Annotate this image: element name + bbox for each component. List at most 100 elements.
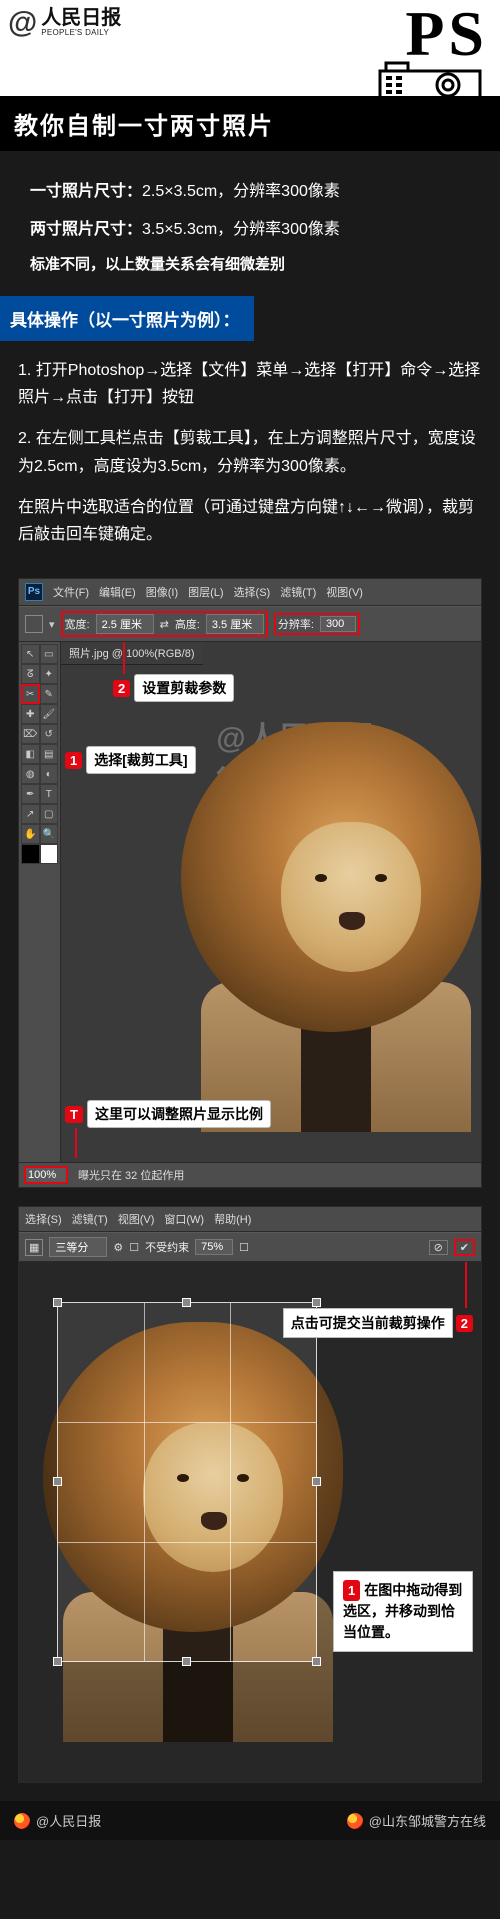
menu-select[interactable]: 选择(S) bbox=[234, 584, 271, 600]
section-header: 具体操作（以一寸照片为例）： bbox=[0, 296, 254, 341]
crop-selection[interactable] bbox=[57, 1302, 317, 1662]
menu-layer[interactable]: 图层(L) bbox=[188, 584, 223, 600]
menu-filter[interactable]: 滤镜(T) bbox=[280, 584, 316, 600]
fg-color-swatch[interactable] bbox=[21, 844, 40, 864]
opacity-field[interactable]: 75% bbox=[195, 1239, 233, 1255]
badge-drag: 1 bbox=[343, 1580, 360, 1602]
ps-mark: PS bbox=[378, 8, 488, 96]
spec-one-value: 2.5×3.5cm，分辨率300像素 bbox=[142, 183, 340, 200]
overlay-select[interactable]: 三等分 bbox=[49, 1237, 107, 1257]
opt-width-label: 宽度: bbox=[65, 616, 90, 632]
ps-canvas-2[interactable]: 点击可提交当前裁剪操作 2 1在图中拖动得到选区，并移动到恰当位置。 bbox=[19, 1262, 481, 1782]
bg-color-swatch[interactable] bbox=[40, 844, 59, 864]
page-title: 教你自制一寸两寸照片 bbox=[0, 96, 500, 151]
crop-overlay-icon[interactable]: ▦ bbox=[25, 1239, 43, 1256]
opt-height-label: 高度: bbox=[175, 616, 200, 632]
ps-screenshot-2: 选择(S) 滤镜(T) 视图(V) 窗口(W) 帮助(H) ▦ 三等分 ⚙ ☐ … bbox=[18, 1206, 482, 1783]
crop-preset-icon[interactable] bbox=[25, 615, 43, 633]
brand-en: PEOPLE'S DAILY bbox=[41, 28, 121, 38]
pen-tool-icon[interactable]: ✒ bbox=[21, 784, 40, 804]
zoom-tool-icon[interactable]: 🔍 bbox=[40, 824, 59, 844]
shape-tool-icon[interactable]: ▢ bbox=[40, 804, 59, 824]
crop-tool-icon[interactable]: ✂ bbox=[21, 684, 40, 704]
ps-status-bar: 100% 曝光只在 32 位起作用 bbox=[19, 1162, 481, 1187]
menu-image[interactable]: 图像(I) bbox=[146, 584, 178, 600]
menu-view-2[interactable]: 视图(V) bbox=[118, 1211, 155, 1227]
spec-block: 一寸照片尺寸：2.5×3.5cm，分辨率300像素 两寸照片尺寸：3.5×5.3… bbox=[0, 151, 500, 292]
gradient-tool-icon[interactable]: ▤ bbox=[40, 744, 59, 764]
footer-right-text: @山东邹城警方在线 bbox=[369, 1811, 486, 1830]
annotation-commit: 点击可提交当前裁剪操作 2 bbox=[283, 1308, 473, 1338]
move-tool-icon[interactable]: ↖ bbox=[21, 644, 40, 664]
swap-icon[interactable]: ⇄ bbox=[160, 618, 169, 631]
step-3: 在照片中选取适合的位置（可通过键盘方向键↑↓←→微调），裁剪后敲击回车键确定。 bbox=[18, 494, 482, 548]
at-icon: @ bbox=[8, 8, 37, 38]
opt-height-input[interactable]: 3.5 厘米 bbox=[206, 614, 264, 634]
menu-select-2[interactable]: 选择(S) bbox=[25, 1211, 62, 1227]
spec-two-label: 两寸照片尺寸： bbox=[30, 221, 142, 238]
heal-tool-icon[interactable]: ✚ bbox=[21, 704, 40, 724]
spec-one-inch: 一寸照片尺寸：2.5×3.5cm，分辨率300像素 bbox=[30, 177, 470, 201]
menu-file[interactable]: 文件(F) bbox=[53, 584, 89, 600]
type-tool-icon[interactable]: T bbox=[40, 784, 59, 804]
annotation-drag: 1在图中拖动得到选区，并移动到恰当位置。 bbox=[333, 1571, 473, 1653]
annotation-2-line bbox=[123, 642, 125, 674]
cancel-crop-icon[interactable]: ⊘ bbox=[429, 1240, 448, 1255]
camera-icon bbox=[378, 61, 488, 96]
lasso-tool-icon[interactable]: ᘔ bbox=[21, 664, 40, 684]
menu-view[interactable]: 视图(V) bbox=[326, 584, 363, 600]
eyedropper-tool-icon[interactable]: ✎ bbox=[40, 684, 59, 704]
footer-right: @山东邹城警方在线 bbox=[347, 1811, 486, 1830]
menu-edit[interactable]: 编辑(E) bbox=[99, 584, 136, 600]
opt-res-label: 分辨率: bbox=[278, 616, 314, 632]
ps-option-bar: ▾ 宽度: 2.5 厘米 ⇄ 高度: 3.5 厘米 分辨率: 300 bbox=[19, 606, 481, 642]
history-brush-icon[interactable]: ↺ bbox=[40, 724, 59, 744]
path-tool-icon[interactable]: ↗ bbox=[21, 804, 40, 824]
menu-filter-2[interactable]: 滤镜(T) bbox=[72, 1211, 108, 1227]
dodge-tool-icon[interactable]: ◐ bbox=[40, 764, 59, 784]
brand-logo: @ 人民日报 PEOPLE'S DAILY bbox=[8, 8, 121, 38]
status-hint: 曝光只在 32 位起作用 bbox=[78, 1167, 184, 1183]
hand-tool-icon[interactable]: ✋ bbox=[21, 824, 40, 844]
badge-1: 1 bbox=[65, 752, 82, 769]
lion-illustration bbox=[171, 712, 481, 1132]
opt-res-input[interactable]: 300 bbox=[320, 616, 356, 632]
checkbox-icon[interactable]: ☐ bbox=[129, 1241, 139, 1254]
document-tab[interactable]: 照片.jpg @ 100%(RGB/8) bbox=[61, 642, 203, 665]
gear-icon[interactable]: ⚙ bbox=[113, 1241, 123, 1254]
annotation-2: 2 设置剪裁参数 bbox=[113, 674, 234, 702]
ps-canvas[interactable]: 照片.jpg @ 100%(RGB/8) @人民日报微博 2 设置剪裁参数 bbox=[61, 642, 481, 1162]
stamp-tool-icon[interactable]: ⌦ bbox=[21, 724, 40, 744]
weibo-icon bbox=[14, 1813, 30, 1829]
menu-window-2[interactable]: 窗口(W) bbox=[164, 1211, 204, 1227]
header: @ 人民日报 PEOPLE'S DAILY PS bbox=[0, 0, 500, 96]
spec-two-inch: 两寸照片尺寸：3.5×5.3cm，分辨率300像素 bbox=[30, 215, 470, 239]
step-1: 1. 打开Photoshop→选择【文件】菜单→选择【打开】命令→选择照片→点击… bbox=[18, 357, 482, 411]
spec-two-value: 3.5×5.3cm，分辨率300像素 bbox=[142, 221, 340, 238]
footer-left: @人民日报 bbox=[14, 1811, 101, 1830]
step-2: 2. 在左侧工具栏点击【剪裁工具】，在上方调整照片尺寸，宽度设为2.5cm，高度… bbox=[18, 425, 482, 479]
unconstrained-label: 不受约束 bbox=[145, 1239, 189, 1255]
ps-toolbox: ↖ ▭ ᘔ ✦ ✂ ✎ ✚ 🖌 ⌦ ↺ ◧ ▤ ◍ ◐ ✒ T ↗ ▢ ✋ 🔍 bbox=[19, 642, 61, 1162]
ps-screenshot-1: Ps 文件(F) 编辑(E) 图像(I) 图层(L) 选择(S) 滤镜(T) 视… bbox=[18, 578, 482, 1188]
blur-tool-icon[interactable]: ◍ bbox=[21, 764, 40, 784]
zoom-field[interactable]: 100% bbox=[24, 1166, 68, 1184]
eraser-tool-icon[interactable]: ◧ bbox=[21, 744, 40, 764]
annotation-t-line bbox=[75, 1128, 77, 1158]
ps-text: PS bbox=[378, 8, 488, 59]
menu-help-2[interactable]: 帮助(H) bbox=[214, 1211, 251, 1227]
opt-width-input[interactable]: 2.5 厘米 bbox=[96, 614, 154, 634]
checkbox2-icon[interactable]: ☐ bbox=[239, 1241, 249, 1254]
spec-note: 标准不同，以上数量关系会有细微差别 bbox=[30, 253, 470, 274]
ps-menubar: Ps 文件(F) 编辑(E) 图像(I) 图层(L) 选择(S) 滤镜(T) 视… bbox=[19, 579, 481, 606]
commit-crop-icon[interactable]: ✔ bbox=[454, 1239, 475, 1256]
footer: @人民日报 @山东邹城警方在线 bbox=[0, 1801, 500, 1840]
arrow-down-icon[interactable]: ▾ bbox=[49, 618, 55, 631]
weibo-icon bbox=[347, 1813, 363, 1829]
annotation-drag-text: 在图中拖动得到选区，并移动到恰当位置。 bbox=[343, 1582, 462, 1641]
brush-tool-icon[interactable]: 🖌 bbox=[40, 704, 59, 724]
marquee-tool-icon[interactable]: ▭ bbox=[40, 644, 59, 664]
annotation-commit-text: 点击可提交当前裁剪操作 bbox=[283, 1308, 453, 1338]
wand-tool-icon[interactable]: ✦ bbox=[40, 664, 59, 684]
annotation-t: T 这里可以调整照片显示比例 bbox=[65, 1100, 271, 1128]
